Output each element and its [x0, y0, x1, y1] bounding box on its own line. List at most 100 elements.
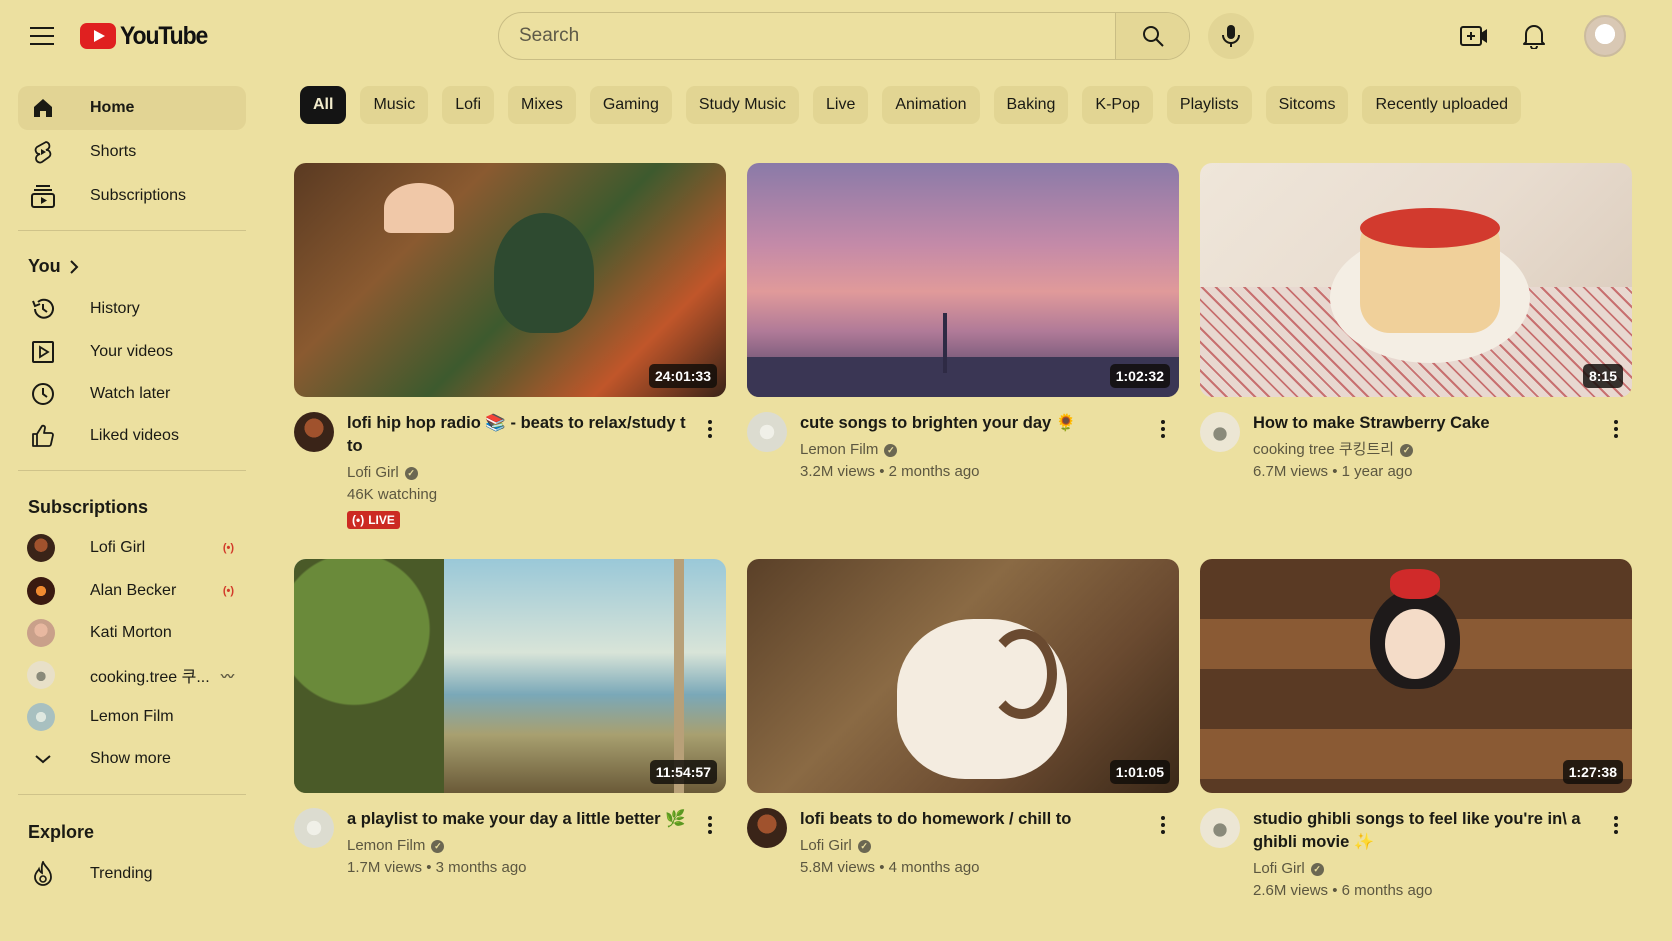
channel-avatar[interactable]: [1200, 808, 1240, 848]
search-button[interactable]: [1115, 13, 1189, 59]
video-title[interactable]: studio ghibli songs to feel like you're …: [1253, 808, 1597, 854]
chip-mixes[interactable]: Mixes: [508, 86, 576, 124]
sidebar-item-watch-later[interactable]: Watch later: [18, 372, 246, 416]
menu-icon[interactable]: [24, 20, 60, 52]
channel-name-row[interactable]: Lofi Girl ✓: [1253, 858, 1597, 880]
sidebar-item-shorts[interactable]: Shorts: [18, 130, 246, 174]
live-badge: (•) LIVE: [347, 511, 400, 529]
thumbnail-lamp: [384, 183, 454, 233]
search-input[interactable]: [499, 13, 1115, 59]
more-options-icon[interactable]: [1153, 417, 1173, 441]
sidebar-item-trending[interactable]: Trending: [18, 852, 246, 896]
sidebar-item-label: History: [90, 300, 140, 317]
video-title[interactable]: cute songs to brighten your day 🌻: [800, 412, 1144, 435]
video-card[interactable]: 8:15 How to make Strawberry Cake cooking…: [1200, 163, 1632, 483]
notifications-button[interactable]: [1516, 18, 1552, 54]
more-options-icon[interactable]: [1606, 417, 1626, 441]
video-thumbnail[interactable]: 1:01:05: [747, 559, 1179, 793]
duration-badge: 1:02:32: [1109, 364, 1170, 388]
video-stats: 3.2M views • 2 months ago: [800, 463, 980, 480]
channel-name-row[interactable]: Lemon Film ✓: [800, 439, 1144, 461]
account-avatar[interactable]: [1584, 15, 1626, 57]
your-videos-icon: [30, 339, 56, 365]
thumbnail-window-frame: [674, 559, 684, 793]
liked-icon: [30, 423, 56, 449]
more-options-icon[interactable]: [700, 813, 720, 837]
live-indicator-icon: (•): [352, 513, 365, 527]
sidebar-item-label: Watch later: [90, 385, 171, 402]
duration-badge: 1:01:05: [1109, 760, 1170, 784]
sidebar-item-label: Alan Becker: [90, 582, 177, 599]
thumbnail-figure: [494, 213, 594, 333]
voice-search-button[interactable]: [1208, 13, 1254, 59]
video-thumbnail[interactable]: 24:01:33: [294, 163, 726, 397]
sidebar-item-your-videos[interactable]: Your videos: [18, 330, 246, 374]
video-card[interactable]: 11:54:57 a playlist to make your day a l…: [294, 559, 726, 879]
chip-playlists[interactable]: Playlists: [1166, 86, 1252, 124]
chip-gaming[interactable]: Gaming: [589, 86, 672, 124]
sidebar-sub-lemon-film[interactable]: Lemon Film: [18, 695, 246, 739]
channel-avatar[interactable]: [294, 412, 334, 452]
sidebar-sub-lofi-girl[interactable]: Lofi Girl (•): [18, 526, 246, 570]
sidebar-sub-kati-morton[interactable]: Kati Morton: [18, 611, 246, 655]
sidebar-item-history[interactable]: History: [18, 287, 246, 331]
chip-recently-uploaded[interactable]: Recently uploaded: [1362, 86, 1522, 124]
subscriptions-icon: [30, 183, 56, 209]
sidebar-item-liked-videos[interactable]: Liked videos: [18, 414, 246, 458]
sidebar-item-home[interactable]: Home: [18, 86, 246, 130]
avatar: [27, 703, 55, 731]
sidebar-sub-alan-becker[interactable]: Alan Becker (•): [18, 569, 246, 613]
channel-name-row[interactable]: Lemon Film ✓: [347, 835, 691, 857]
video-title[interactable]: lofi hip hop radio 📚 - beats to relax/st…: [347, 412, 691, 458]
channel-name-row[interactable]: cooking tree 쿠킹트리 ✓: [1253, 439, 1597, 461]
chip-study-music[interactable]: Study Music: [685, 86, 799, 124]
you-section-link[interactable]: You: [28, 256, 79, 277]
channel-name-row[interactable]: Lofi Girl ✓: [347, 462, 691, 484]
more-options-icon[interactable]: [700, 417, 720, 441]
chip-baking[interactable]: Baking: [993, 86, 1069, 124]
video-title[interactable]: a playlist to make your day a little bet…: [347, 808, 691, 831]
thumbnail-headphones: [987, 629, 1057, 719]
channel-avatar[interactable]: [747, 808, 787, 848]
chip-lofi[interactable]: Lofi: [442, 86, 495, 124]
create-button[interactable]: [1456, 18, 1492, 54]
sidebar-item-subscriptions[interactable]: Subscriptions: [18, 174, 246, 218]
video-thumbnail[interactable]: 11:54:57: [294, 559, 726, 793]
youtube-logo[interactable]: YouTube: [80, 20, 215, 52]
sidebar-item-label: Subscriptions: [90, 187, 187, 204]
chip-live[interactable]: Live: [812, 86, 869, 124]
create-icon: [1460, 26, 1487, 46]
sidebar-item-label: Kati Morton: [90, 624, 172, 641]
channel-avatar[interactable]: [1200, 412, 1240, 452]
video-card[interactable]: 1:27:38 studio ghibli songs to feel like…: [1200, 559, 1632, 902]
video-card[interactable]: 24:01:33 lofi hip hop radio 📚 - beats to…: [294, 163, 726, 529]
more-options-icon[interactable]: [1606, 813, 1626, 837]
chip-kpop[interactable]: K-Pop: [1082, 86, 1153, 124]
video-card[interactable]: 1:01:05 lofi beats to do homework / chil…: [747, 559, 1179, 879]
chip-music[interactable]: Music: [360, 86, 429, 124]
subscriptions-heading-text: Subscriptions: [28, 497, 149, 517]
video-stats: 5.8M views • 4 months ago: [800, 859, 980, 876]
video-thumbnail[interactable]: 1:02:32: [747, 163, 1179, 397]
channel-name: Lofi Girl: [347, 464, 399, 481]
subscriptions-heading: Subscriptions: [28, 497, 148, 518]
sidebar-divider: [18, 794, 246, 795]
video-thumbnail[interactable]: 1:27:38: [1200, 559, 1632, 793]
chip-animation[interactable]: Animation: [882, 86, 980, 124]
show-more-button[interactable]: Show more: [18, 737, 246, 781]
video-title[interactable]: How to make Strawberry Cake: [1253, 412, 1597, 435]
video-title[interactable]: lofi beats to do homework / chill to: [800, 808, 1144, 831]
live-indicator-icon: (•): [222, 585, 234, 597]
shorts-icon: [30, 139, 56, 165]
more-options-icon[interactable]: [1153, 813, 1173, 837]
channel-avatar[interactable]: [294, 808, 334, 848]
mic-icon: [1222, 25, 1240, 47]
channel-name-row[interactable]: Lofi Girl ✓: [800, 835, 1144, 857]
channel-avatar[interactable]: [747, 412, 787, 452]
explore-heading-text: Explore: [28, 822, 95, 842]
chip-sitcoms[interactable]: Sitcoms: [1265, 86, 1349, 124]
video-card[interactable]: 1:02:32 cute songs to brighten your day …: [747, 163, 1179, 483]
video-thumbnail[interactable]: 8:15: [1200, 163, 1632, 397]
sidebar-sub-cooking-tree[interactable]: cooking.tree 쿠... 〰: [18, 653, 246, 697]
chip-all[interactable]: All: [300, 86, 347, 124]
